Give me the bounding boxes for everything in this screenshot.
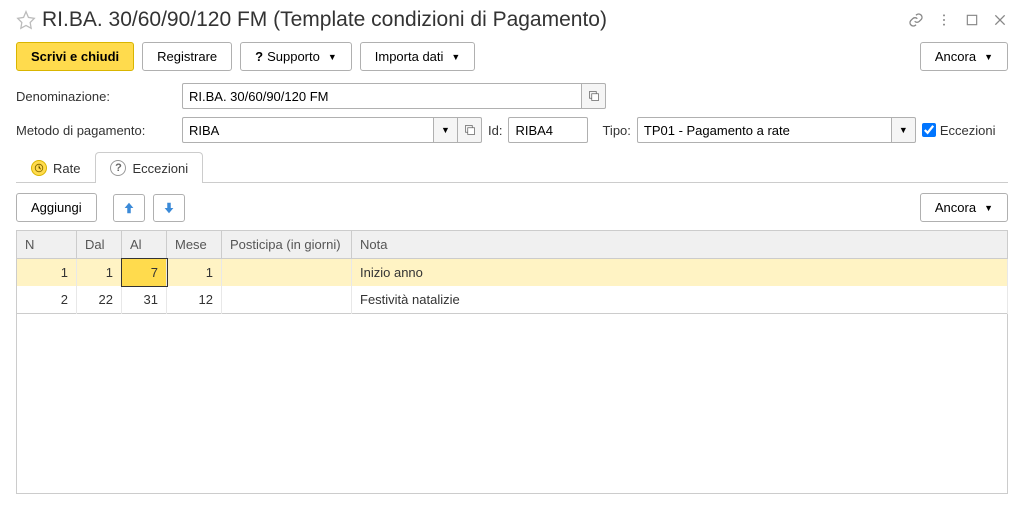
clock-icon [31, 160, 47, 176]
col-header-dal[interactable]: Dal [77, 231, 122, 259]
chevron-down-icon: ▼ [451, 52, 460, 62]
col-header-n[interactable]: N [17, 231, 77, 259]
col-header-al[interactable]: Al [122, 231, 167, 259]
denomination-input[interactable] [182, 83, 582, 109]
support-button[interactable]: ? Supporto ▼ [240, 42, 352, 71]
chevron-down-icon: ▼ [984, 52, 993, 62]
table-row[interactable]: 1 1 7 1 Inizio anno [17, 259, 1008, 287]
table-row[interactable]: 2 22 31 12 Festività natalizie [17, 286, 1008, 314]
denomination-label: Denominazione: [16, 89, 176, 104]
id-input[interactable] [508, 117, 588, 143]
close-icon[interactable] [992, 12, 1008, 28]
chevron-down-icon: ▼ [984, 203, 993, 213]
add-button[interactable]: Aggiungi [16, 193, 97, 222]
tab-rate[interactable]: Rate [16, 152, 95, 183]
move-up-button[interactable] [113, 194, 145, 222]
chevron-down-icon: ▼ [328, 52, 337, 62]
exceptions-checkbox-wrap[interactable]: Eccezioni [922, 123, 996, 138]
page-title: RI.BA. 30/60/90/120 FM (Template condizi… [42, 8, 908, 32]
tipo-label: Tipo: [602, 123, 630, 138]
question-icon: ? [110, 160, 126, 176]
table-more-button[interactable]: Ancora ▼ [920, 193, 1008, 222]
tab-exceptions[interactable]: ? Eccezioni [95, 152, 203, 183]
maximize-icon[interactable] [964, 12, 980, 28]
col-header-posticipa[interactable]: Posticipa (in giorni) [222, 231, 352, 259]
save-close-button[interactable]: Scrivi e chiudi [16, 42, 134, 71]
more-button[interactable]: Ancora ▼ [920, 42, 1008, 71]
open-icon[interactable] [582, 83, 606, 109]
more-vertical-icon[interactable] [936, 12, 952, 28]
question-icon: ? [255, 49, 263, 64]
move-down-button[interactable] [153, 194, 185, 222]
import-button[interactable]: Importa dati ▼ [360, 42, 476, 71]
col-header-mese[interactable]: Mese [167, 231, 222, 259]
exceptions-table: N Dal Al Mese Posticipa (in giorni) Nota… [16, 230, 1008, 314]
payment-method-input[interactable] [182, 117, 434, 143]
register-button[interactable]: Registrare [142, 42, 232, 71]
favorite-star-icon[interactable] [16, 10, 36, 30]
link-icon[interactable] [908, 12, 924, 28]
exceptions-checkbox[interactable] [922, 123, 936, 137]
open-icon[interactable] [458, 117, 482, 143]
table-empty-area [16, 314, 1008, 494]
id-label: Id: [488, 123, 502, 138]
dropdown-icon[interactable]: ▼ [892, 117, 916, 143]
dropdown-icon[interactable]: ▼ [434, 117, 458, 143]
payment-method-label: Metodo di pagamento: [16, 123, 176, 138]
col-header-nota[interactable]: Nota [352, 231, 1008, 259]
tipo-input[interactable] [637, 117, 892, 143]
